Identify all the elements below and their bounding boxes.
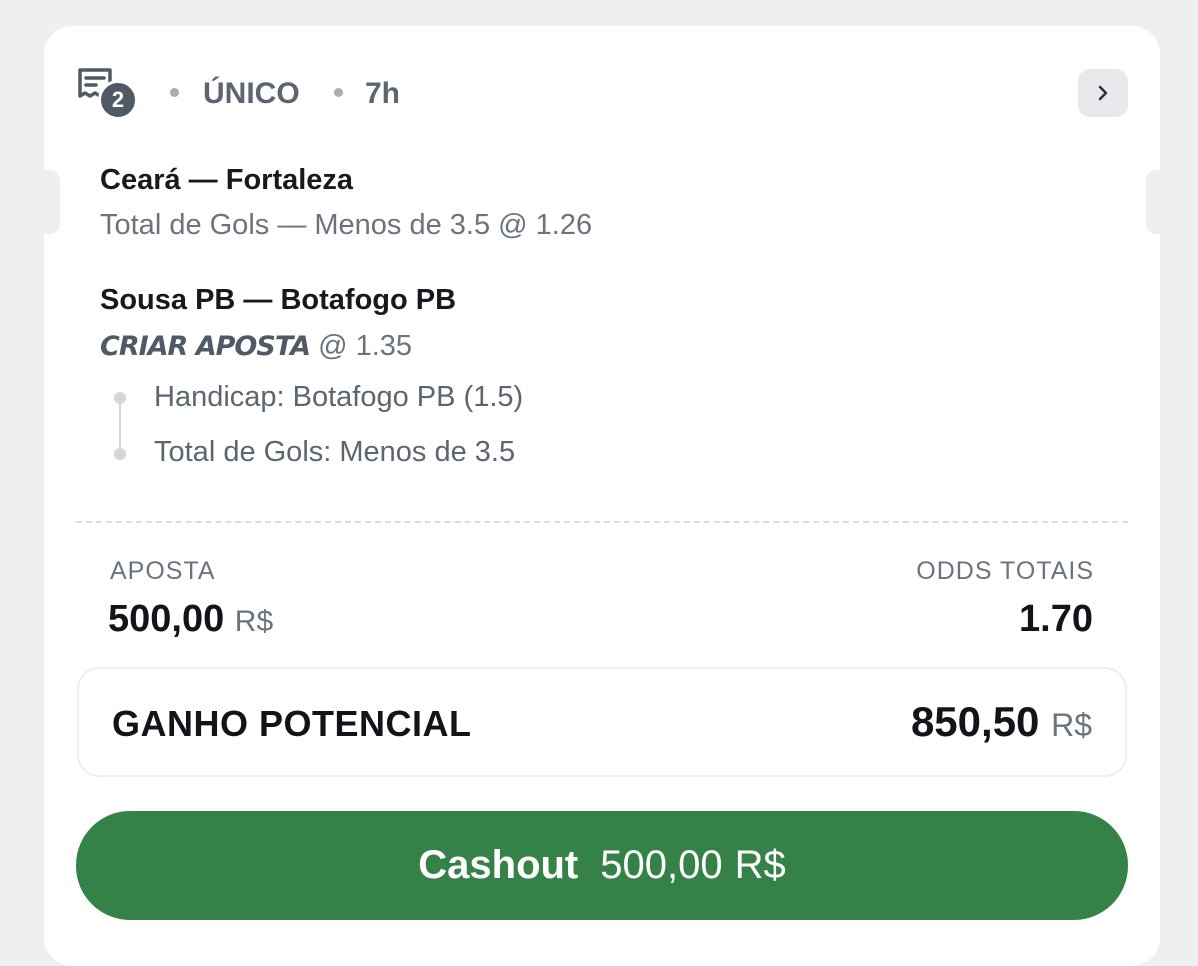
stake-amount: 500,00 R$: [108, 597, 273, 644]
total-odds-label: ODDS TOTAIS: [916, 557, 1094, 585]
time-ago-label: 7h: [365, 77, 401, 110]
selection-odd: @ 1.26: [498, 209, 593, 241]
market-name: Total de Gols — Menos de 3.5: [100, 209, 491, 241]
separator-dot: [170, 88, 179, 97]
selection-market: CRIAR APOSTA @ 1.35: [100, 327, 412, 366]
legs-connector: [119, 398, 121, 454]
stake-currency: R$: [234, 605, 274, 638]
cashout-amount: 500,00: [600, 843, 723, 887]
ticket-notch-right: [1146, 170, 1198, 234]
leg-item: Total de Gols: Menos de 3.5: [154, 436, 516, 468]
selection-odd: @ 1.35: [318, 330, 413, 362]
match-title: Ceará — Fortaleza: [100, 164, 354, 196]
leg-item: Handicap: Botafogo PB (1.5): [154, 381, 524, 413]
ticket-notch-left: [28, 170, 60, 234]
selection-market: Total de Gols — Menos de 3.5 @ 1.26: [100, 206, 592, 244]
potential-winnings-label: GANHO POTENCIAL: [112, 703, 472, 744]
separator-dot: [334, 88, 343, 97]
dashed-divider: [76, 521, 1128, 523]
cashout-currency: R$: [734, 843, 786, 887]
potential-winnings-amount: 850,50 R$: [911, 697, 1092, 750]
cashout-label: Cashout: [418, 843, 579, 887]
bet-type-label: ÚNICO: [203, 77, 300, 110]
expand-button[interactable]: [1078, 69, 1128, 117]
stake-value: 500,00: [108, 598, 225, 640]
selections-count-badge: 2: [98, 80, 138, 120]
match-title: Sousa PB — Botafogo PB: [100, 284, 457, 316]
leg-bullet: [114, 392, 126, 404]
potential-currency: R$: [1051, 707, 1092, 743]
stake-label: APOSTA: [110, 557, 216, 585]
leg-bullet: [114, 448, 126, 460]
total-odds-value: 1.70: [1019, 598, 1093, 640]
chevron-right-icon: [1098, 85, 1108, 101]
cashout-button[interactable]: Cashout 500,00 R$: [76, 811, 1128, 920]
bet-builder-tag: CRIAR APOSTA: [100, 331, 311, 362]
potential-value: 850,50: [910, 698, 1040, 745]
